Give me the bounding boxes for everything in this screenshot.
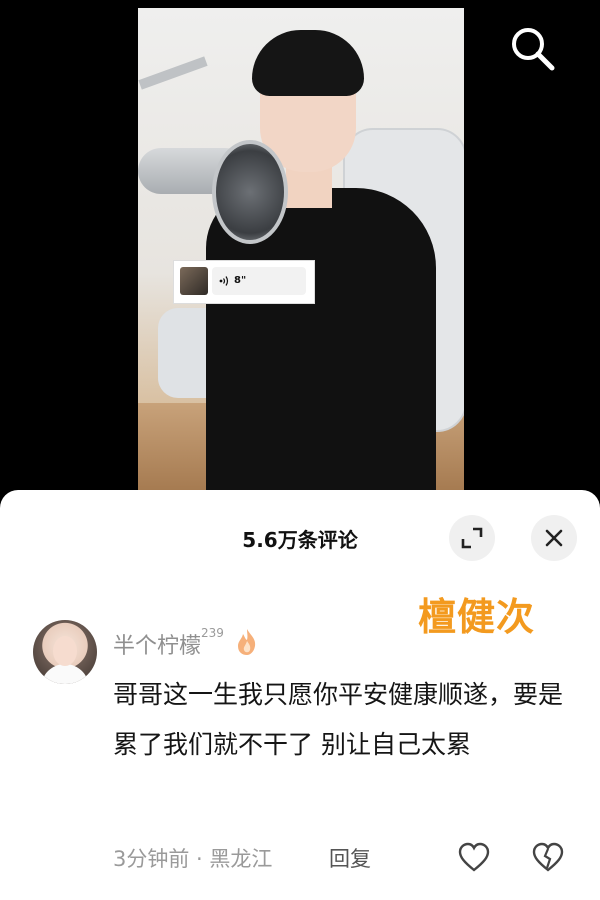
- search-icon: [512, 28, 555, 71]
- avatar-face: [53, 636, 77, 666]
- video-frame: [138, 8, 464, 490]
- commenter-username: 半个柠檬: [113, 634, 202, 659]
- close-icon: [545, 529, 563, 547]
- watermark-text: 檀健次: [418, 595, 536, 639]
- expand-button[interactable]: [449, 515, 495, 561]
- dislike-button[interactable]: [532, 842, 564, 874]
- voice-message-duration: 8": [234, 275, 247, 286]
- voice-message-avatar: [180, 267, 208, 295]
- comment-text: 哥哥这一生我只愿你平安健康顺遂，要是累了我们就不干了 别让自己太累: [113, 680, 564, 759]
- search-button[interactable]: [508, 24, 556, 72]
- like-button[interactable]: [458, 842, 490, 874]
- avatar-shirt: [41, 664, 89, 684]
- pop-filter: [212, 140, 288, 244]
- voice-message-card[interactable]: 8": [173, 260, 315, 304]
- voice-message-bubble[interactable]: 8": [212, 267, 306, 295]
- commenter-level: 239: [201, 626, 224, 640]
- commenter-avatar[interactable]: [33, 620, 97, 684]
- close-button[interactable]: [531, 515, 577, 561]
- comment-time-location: 3分钟前 · 黑龙江: [113, 847, 273, 871]
- reply-button[interactable]: 回复: [329, 843, 371, 873]
- fire-icon: [238, 629, 256, 655]
- heart-icon: [458, 842, 490, 872]
- comments-count-title: 5.6万条评论: [242, 528, 358, 552]
- sound-wave-icon: [219, 276, 229, 286]
- person-hair: [252, 30, 364, 96]
- expand-icon: [461, 527, 483, 549]
- broken-heart-icon: [532, 842, 564, 872]
- video-player[interactable]: 8": [0, 0, 600, 500]
- mic-stand-arm: [138, 56, 208, 90]
- comments-sheet: 5.6万条评论 檀健次 半个柠檬239 哥哥这一生我只愿你平安健康顺遂，要是累了…: [0, 490, 600, 900]
- commenter-name[interactable]: 半个柠檬239: [113, 626, 224, 660]
